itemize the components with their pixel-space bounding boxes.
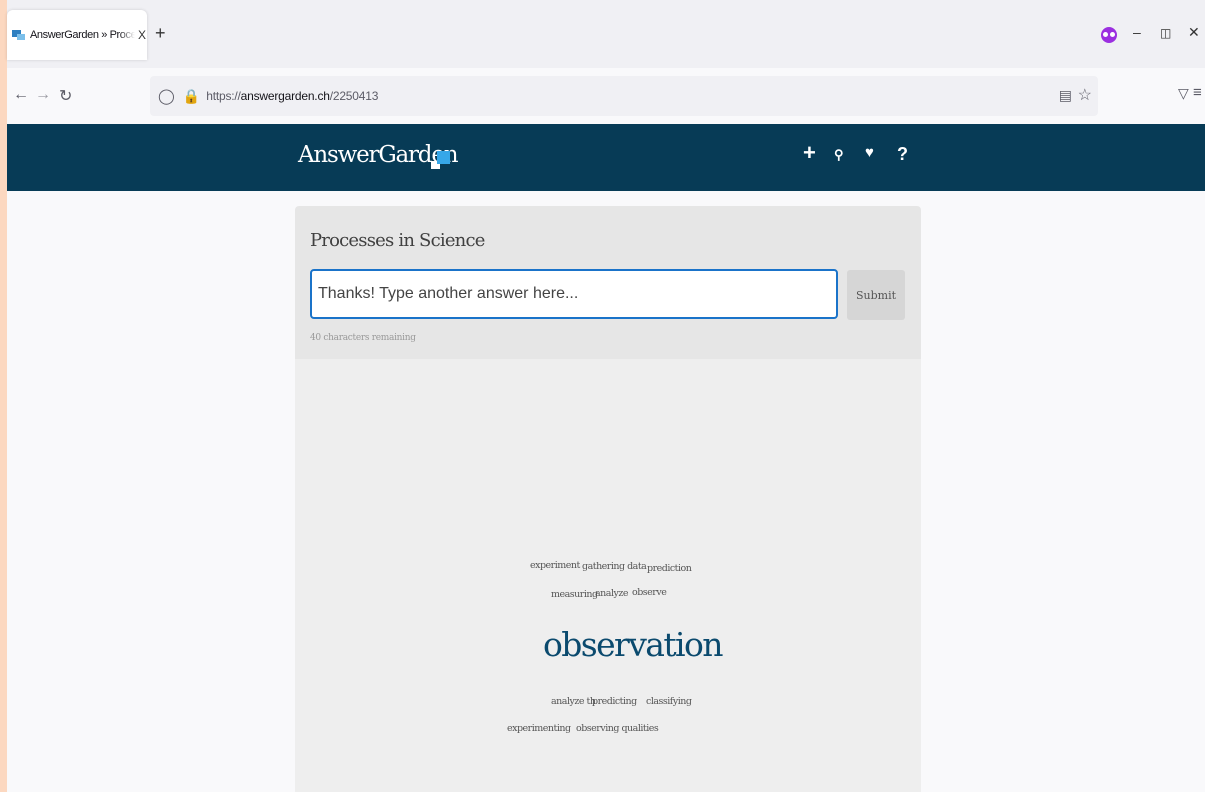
question-panel: Processes in Science Submit 40 character…	[295, 206, 921, 359]
answer-word[interactable]: gathering data	[582, 561, 647, 572]
help-icon[interactable]: ?	[897, 144, 908, 165]
search-icon[interactable]: ⚲	[834, 147, 844, 163]
logo-mark-icon	[431, 149, 451, 169]
lock-icon[interactable]: 🔒	[183, 88, 200, 105]
answergarden-favicon-icon	[12, 29, 26, 41]
answer-cloud: experiment gathering data prediction mea…	[295, 359, 921, 792]
navigation-bar: ← → ↻ ◯ 🔒 https://answergarden.ch/225041…	[7, 68, 1205, 125]
address-bar[interactable]: ◯ 🔒 https://answergarden.ch/2250413 ▤ ☆	[150, 76, 1098, 116]
tab-title: AnswerGarden » Processes in Science	[30, 29, 135, 41]
url-text[interactable]: https://answergarden.ch/2250413	[206, 89, 378, 103]
minimize-icon[interactable]: –	[1133, 24, 1141, 40]
answer-word[interactable]: prediction	[647, 563, 692, 574]
reload-icon[interactable]: ↻	[59, 86, 72, 106]
heart-icon[interactable]: ♥	[865, 144, 874, 161]
page-title: Processes in Science	[310, 230, 485, 251]
answer-word[interactable]: observe	[632, 587, 667, 598]
browser-window: AnswerGarden » Processes in Science X + …	[7, 0, 1205, 792]
answer-word[interactable]: observing qualities	[576, 723, 659, 734]
answer-word[interactable]: measuring	[551, 589, 598, 600]
shield-icon[interactable]: ◯	[158, 87, 175, 105]
profile-icon[interactable]	[1101, 27, 1117, 43]
submit-button[interactable]: Submit	[847, 270, 905, 320]
site-header: AnswerGarden + ⚲ ♥ ?	[7, 124, 1205, 191]
window-close-icon[interactable]: ✕	[1188, 24, 1200, 41]
answer-word-top[interactable]: observation	[543, 625, 723, 664]
plus-icon[interactable]: +	[803, 140, 816, 166]
close-tab-icon[interactable]: X	[138, 28, 146, 42]
reader-view-icon[interactable]: ▤	[1059, 87, 1072, 104]
back-icon[interactable]: ←	[13, 86, 29, 104]
restore-icon[interactable]: ◫	[1160, 26, 1171, 40]
bookmark-star-icon[interactable]: ☆	[1078, 85, 1092, 105]
answer-word[interactable]: classifying	[646, 696, 692, 707]
answer-word[interactable]: experiment	[530, 560, 580, 571]
answer-input[interactable]	[310, 269, 838, 319]
new-tab-button[interactable]: +	[155, 23, 166, 44]
pocket-icon[interactable]: ▽	[1178, 85, 1189, 102]
tab-answergarden[interactable]: AnswerGarden » Processes in Science X	[7, 10, 147, 60]
menu-icon[interactable]: ≡	[1193, 84, 1202, 101]
answer-word[interactable]: predicting	[592, 696, 637, 707]
forward-icon[interactable]: →	[35, 86, 51, 104]
tab-strip: AnswerGarden » Processes in Science X + …	[7, 0, 1205, 68]
answer-word[interactable]: experimenting	[507, 723, 571, 734]
answer-word[interactable]: analyze th	[551, 696, 596, 707]
characters-remaining: 40 characters remaining	[310, 333, 416, 343]
answer-word[interactable]: analyze	[595, 588, 628, 599]
